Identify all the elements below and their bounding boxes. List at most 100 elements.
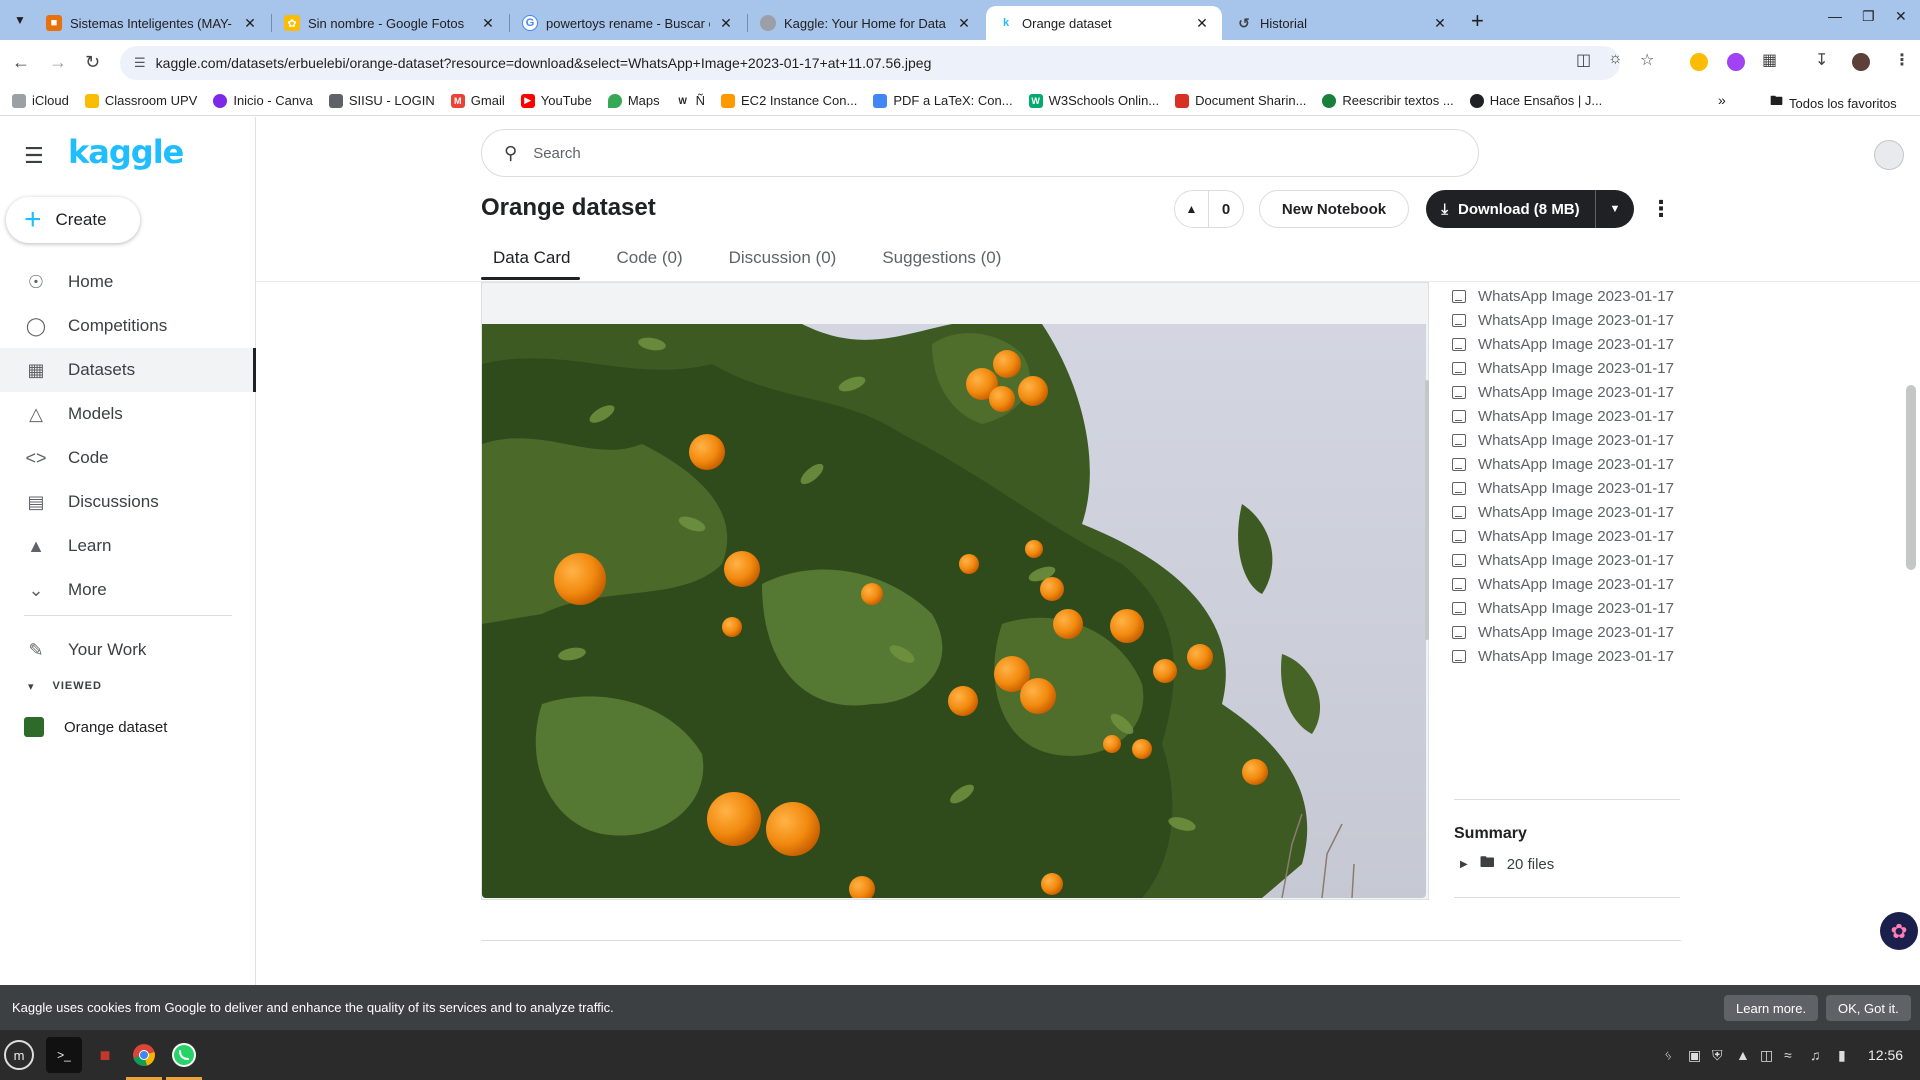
file-item[interactable]: WhatsApp Image 2023-01-17 (1452, 596, 1674, 620)
shield-icon[interactable]: ⛨ (1712, 1047, 1723, 1064)
browser-tab[interactable]: ■ Sistemas Inteligentes (MAY- ✕ (34, 6, 270, 40)
bookmark-item[interactable]: EC2 Instance Con... (721, 93, 857, 108)
preview-scrollbar[interactable] (1425, 380, 1429, 640)
minimize-icon[interactable]: — (1828, 8, 1842, 24)
download-button[interactable]: ⤓ Download (8 MB) (1426, 190, 1596, 228)
sidebar-item-discussions[interactable]: ▤ Discussions (0, 480, 256, 524)
bookmark-item[interactable]: ▶ YouTube (520, 93, 592, 108)
browser-tab[interactable]: ↺ Historial ✕ (1224, 6, 1460, 40)
assistant-flower-icon[interactable]: ✿ (1880, 912, 1918, 950)
mint-menu-icon[interactable]: m (4, 1040, 34, 1070)
browser-tab[interactable]: ✿ Sin nombre - Google Fotos ✕ (272, 6, 508, 40)
sidebar-item-learn[interactable]: ▲ Learn (0, 524, 256, 568)
tab-discussion[interactable]: Discussion (0) (717, 244, 847, 280)
address-bar[interactable]: ☰ kaggle.com/datasets/erbuelebi/orange-d… (120, 46, 1620, 80)
forward-icon[interactable]: → (49, 52, 67, 73)
bookmark-item[interactable]: SIISU - LOGIN (328, 93, 435, 108)
close-tab-icon[interactable]: ✕ (718, 15, 734, 32)
update-icon[interactable]: ▲ (1736, 1047, 1750, 1063)
downloads-icon[interactable]: ↧ (1815, 50, 1828, 70)
bookmark-item[interactable]: Hace Ensaños | J... (1469, 93, 1602, 108)
extension-icon[interactable] (1727, 53, 1745, 71)
new-tab-icon[interactable]: + (1471, 8, 1484, 34)
file-item[interactable]: WhatsApp Image 2023-01-17 (1452, 284, 1674, 308)
close-tab-icon[interactable]: ✕ (956, 15, 972, 32)
file-item[interactable]: WhatsApp Image 2023-01-17 (1452, 572, 1674, 596)
bookmark-item[interactable]: Classroom UPV (84, 93, 197, 108)
install-app-icon[interactable]: ◫ (1576, 50, 1591, 70)
bookmark-item[interactable]: PDF a LaTeX: Con... (873, 93, 1013, 108)
file-item[interactable]: WhatsApp Image 2023-01-17 (1452, 428, 1674, 452)
chrome-icon[interactable] (126, 1037, 162, 1073)
tab-suggestions[interactable]: Suggestions (0) (870, 244, 1011, 280)
new-notebook-button[interactable]: New Notebook (1259, 190, 1409, 228)
file-item[interactable]: WhatsApp Image 2023-01-17 (1452, 380, 1674, 404)
page-scrollbar[interactable] (1906, 385, 1916, 570)
wifi-icon[interactable]: ≈ (1784, 1047, 1792, 1063)
file-item[interactable]: WhatsApp Image 2023-01-17 (1452, 500, 1674, 524)
sidebar-item-more[interactable]: ⌄ More (0, 568, 256, 612)
profile-avatar[interactable] (1852, 53, 1870, 71)
file-item[interactable]: WhatsApp Image 2023-01-17 (1452, 308, 1674, 332)
browser-tab[interactable]: G powertoys rename - Buscar c ✕ (510, 6, 746, 40)
bookmark-item[interactable]: WÑ (675, 93, 705, 108)
close-tab-icon[interactable]: ✕ (480, 15, 496, 32)
tab-code[interactable]: Code (0) (604, 244, 692, 280)
bookmark-item[interactable]: W W3Schools Onlin... (1028, 93, 1159, 108)
bookmark-item[interactable]: Inicio - Canva (213, 93, 313, 108)
restore-icon[interactable]: ❐ (1862, 8, 1875, 25)
bookmark-item[interactable]: iCloud (12, 93, 69, 108)
tab-data-card[interactable]: Data Card (481, 244, 581, 280)
menu-icon[interactable]: ☰ (24, 143, 44, 169)
drive-icon[interactable]: ◫ (1760, 1047, 1773, 1064)
tab-search-chevron-icon[interactable]: ▼ (8, 8, 32, 32)
user-avatar[interactable] (1874, 140, 1904, 170)
sidebar-item-your-work[interactable]: ✎ Your Work (0, 628, 256, 672)
create-button[interactable]: + Create (6, 197, 140, 243)
search-input[interactable]: ⚲ Search (481, 129, 1479, 177)
whatsapp-icon[interactable] (166, 1037, 202, 1073)
sidebar-item-datasets[interactable]: ▦ Datasets (0, 348, 256, 392)
file-item[interactable]: WhatsApp Image 2023-01-17 (1452, 356, 1674, 380)
file-item[interactable]: WhatsApp Image 2023-01-17 (1452, 548, 1674, 572)
site-info-icon[interactable]: ☰ (134, 55, 146, 71)
volume-icon[interactable]: ♫ (1810, 1047, 1821, 1063)
bookmark-item[interactable]: Maps (607, 93, 660, 108)
sidebar-item-models[interactable]: △ Models (0, 392, 256, 436)
browser-tab[interactable]: Kaggle: Your Home for Data ✕ (748, 6, 984, 40)
file-item[interactable]: WhatsApp Image 2023-01-17 (1452, 620, 1674, 644)
more-bookmarks-icon[interactable]: » (1718, 92, 1726, 108)
ok-got-it-button[interactable]: OK, Got it. (1826, 995, 1911, 1021)
battery-icon[interactable]: ▮ (1838, 1047, 1846, 1064)
viewed-section-header[interactable]: ▾ VIEWED (28, 680, 102, 693)
learn-more-button[interactable]: Learn more. (1724, 995, 1819, 1021)
recent-item-orange-dataset[interactable]: Orange dataset (24, 717, 167, 737)
file-item[interactable]: WhatsApp Image 2023-01-17 (1452, 476, 1674, 500)
translate-icon[interactable]: ☼ (1608, 50, 1623, 68)
clock[interactable]: 12:56 (1868, 1047, 1903, 1063)
close-window-icon[interactable]: ✕ (1895, 8, 1907, 25)
clipboard-icon[interactable]: ▣ (1688, 1047, 1701, 1064)
upvote-arrow-icon[interactable]: ▲ (1175, 191, 1209, 227)
download-dropdown-icon[interactable]: ▼ (1596, 203, 1634, 215)
sidebar-item-code[interactable]: <> Code (0, 436, 256, 480)
reload-icon[interactable]: ↻ (85, 52, 100, 73)
sidebar-item-competitions[interactable]: ◯ Competitions (0, 304, 256, 348)
summary-folder-row[interactable]: ▶ 🖿 20 files (1460, 852, 1554, 877)
bookmark-item[interactable]: M Gmail (450, 93, 505, 108)
bookmark-item[interactable]: Reescribir textos ... (1322, 93, 1454, 108)
kaggle-logo[interactable]: kaggle (68, 133, 184, 171)
bookmark-star-icon[interactable]: ☆ (1640, 50, 1654, 70)
file-item[interactable]: WhatsApp Image 2023-01-17 (1452, 404, 1674, 428)
close-tab-icon[interactable]: ✕ (242, 15, 258, 32)
bookmark-item[interactable]: Document Sharin... (1175, 93, 1306, 108)
all-bookmarks-button[interactable]: 🖿 Todos los favoritos (1770, 92, 1897, 114)
file-item[interactable]: WhatsApp Image 2023-01-17 (1452, 644, 1674, 668)
close-tab-icon[interactable]: ✕ (1194, 15, 1210, 32)
more-options-icon[interactable]: ⋮ (1650, 196, 1672, 222)
file-item[interactable]: WhatsApp Image 2023-01-17 (1452, 524, 1674, 548)
file-item[interactable]: WhatsApp Image 2023-01-17 (1452, 452, 1674, 476)
chrome-menu-icon[interactable]: ⋮ (1894, 50, 1910, 70)
browser-tab-active[interactable]: k Orange dataset ✕ (986, 6, 1222, 40)
extension-icon[interactable] (1690, 53, 1708, 71)
